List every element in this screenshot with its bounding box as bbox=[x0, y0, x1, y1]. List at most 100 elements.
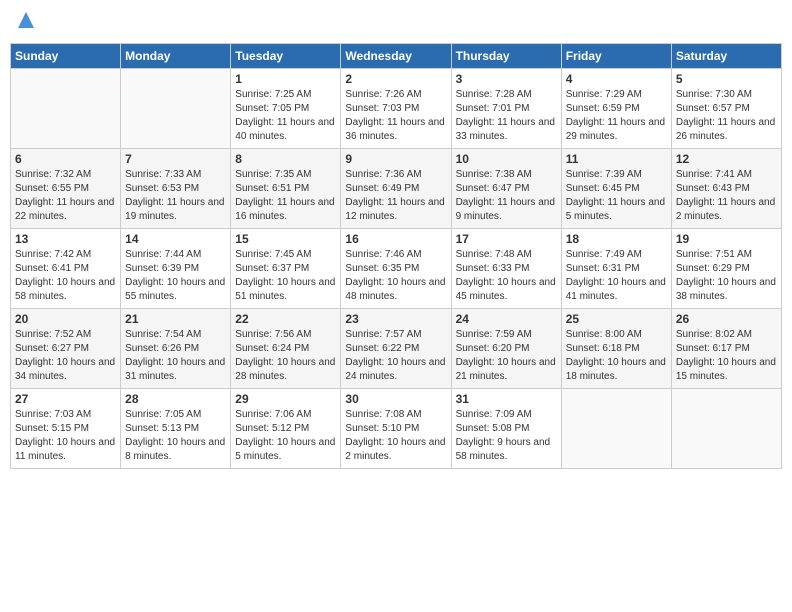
day-info: Sunrise: 7:54 AMSunset: 6:26 PMDaylight:… bbox=[125, 328, 226, 384]
day-number: 25 bbox=[566, 312, 667, 326]
day-number: 30 bbox=[345, 392, 446, 406]
day-info: Sunrise: 7:29 AMSunset: 6:59 PMDaylight:… bbox=[566, 88, 667, 144]
calendar-cell bbox=[561, 389, 671, 469]
day-info: Sunrise: 7:03 AMSunset: 5:15 PMDaylight:… bbox=[15, 408, 116, 464]
day-number: 5 bbox=[676, 72, 777, 86]
day-number: 15 bbox=[235, 232, 336, 246]
day-number: 29 bbox=[235, 392, 336, 406]
day-info: Sunrise: 7:52 AMSunset: 6:27 PMDaylight:… bbox=[15, 328, 116, 384]
weekday-sunday: Sunday bbox=[11, 44, 121, 69]
day-number: 16 bbox=[345, 232, 446, 246]
day-number: 31 bbox=[456, 392, 557, 406]
calendar-cell bbox=[671, 389, 781, 469]
day-number: 4 bbox=[566, 72, 667, 86]
day-info: Sunrise: 7:32 AMSunset: 6:55 PMDaylight:… bbox=[15, 168, 116, 224]
day-info: Sunrise: 7:39 AMSunset: 6:45 PMDaylight:… bbox=[566, 168, 667, 224]
calendar-cell: 14 Sunrise: 7:44 AMSunset: 6:39 PMDayligh… bbox=[121, 229, 231, 309]
calendar-cell: 3 Sunrise: 7:28 AMSunset: 7:01 PMDaylight… bbox=[451, 69, 561, 149]
calendar-cell: 24 Sunrise: 7:59 AMSunset: 6:20 PMDayligh… bbox=[451, 309, 561, 389]
day-info: Sunrise: 7:38 AMSunset: 6:47 PMDaylight:… bbox=[456, 168, 557, 224]
calendar-cell: 10 Sunrise: 7:38 AMSunset: 6:47 PMDayligh… bbox=[451, 149, 561, 229]
calendar-cell: 11 Sunrise: 7:39 AMSunset: 6:45 PMDayligh… bbox=[561, 149, 671, 229]
day-info: Sunrise: 7:56 AMSunset: 6:24 PMDaylight:… bbox=[235, 328, 336, 384]
calendar-week-4: 20 Sunrise: 7:52 AMSunset: 6:27 PMDayligh… bbox=[11, 309, 782, 389]
day-info: Sunrise: 7:42 AMSunset: 6:41 PMDaylight:… bbox=[15, 248, 116, 304]
weekday-saturday: Saturday bbox=[671, 44, 781, 69]
day-info: Sunrise: 7:26 AMSunset: 7:03 PMDaylight:… bbox=[345, 88, 446, 144]
day-info: Sunrise: 7:51 AMSunset: 6:29 PMDaylight:… bbox=[676, 248, 777, 304]
calendar-cell: 1 Sunrise: 7:25 AMSunset: 7:05 PMDaylight… bbox=[231, 69, 341, 149]
day-number: 7 bbox=[125, 152, 226, 166]
day-info: Sunrise: 7:30 AMSunset: 6:57 PMDaylight:… bbox=[676, 88, 777, 144]
day-number: 9 bbox=[345, 152, 446, 166]
calendar-cell: 12Sunrise: 7:41 AMSunset: 6:43 PMDayligh… bbox=[671, 149, 781, 229]
calendar-cell: 9 Sunrise: 7:36 AMSunset: 6:49 PMDaylight… bbox=[341, 149, 451, 229]
day-info: Sunrise: 7:46 AMSunset: 6:35 PMDaylight:… bbox=[345, 248, 446, 304]
day-number: 27 bbox=[15, 392, 116, 406]
day-info: Sunrise: 7:05 AMSunset: 5:13 PMDaylight:… bbox=[125, 408, 226, 464]
calendar-cell bbox=[11, 69, 121, 149]
day-info: Sunrise: 7:33 AMSunset: 6:53 PMDaylight:… bbox=[125, 168, 226, 224]
calendar-cell: 20 Sunrise: 7:52 AMSunset: 6:27 PMDayligh… bbox=[11, 309, 121, 389]
calendar-cell: 18Sunrise: 7:49 AMSunset: 6:31 PMDayligh… bbox=[561, 229, 671, 309]
day-info: Sunrise: 7:06 AMSunset: 5:12 PMDaylight:… bbox=[235, 408, 336, 464]
day-number: 17 bbox=[456, 232, 557, 246]
calendar-cell: 23 Sunrise: 7:57 AMSunset: 6:22 PMDayligh… bbox=[341, 309, 451, 389]
weekday-monday: Monday bbox=[121, 44, 231, 69]
day-number: 26 bbox=[676, 312, 777, 326]
calendar-cell: 31 Sunrise: 7:09 AMSunset: 5:08 PMDayligh… bbox=[451, 389, 561, 469]
day-number: 18 bbox=[566, 232, 667, 246]
calendar-cell: 19Sunrise: 7:51 AMSunset: 6:29 PMDayligh… bbox=[671, 229, 781, 309]
day-info: Sunrise: 7:59 AMSunset: 6:20 PMDaylight:… bbox=[456, 328, 557, 384]
day-info: Sunrise: 7:44 AMSunset: 6:39 PMDaylight:… bbox=[125, 248, 226, 304]
day-info: Sunrise: 7:35 AMSunset: 6:51 PMDaylight:… bbox=[235, 168, 336, 224]
day-number: 10 bbox=[456, 152, 557, 166]
calendar-cell: 26 Sunrise: 8:02 AMSunset: 6:17 PMDayligh… bbox=[671, 309, 781, 389]
calendar-cell: 29 Sunrise: 7:06 AMSunset: 5:12 PMDayligh… bbox=[231, 389, 341, 469]
calendar-week-5: 27 Sunrise: 7:03 AMSunset: 5:15 PMDayligh… bbox=[11, 389, 782, 469]
calendar-cell: 25 Sunrise: 8:00 AMSunset: 6:18 PMDayligh… bbox=[561, 309, 671, 389]
calendar-week-1: 1 Sunrise: 7:25 AMSunset: 7:05 PMDaylight… bbox=[11, 69, 782, 149]
calendar-cell: 2 Sunrise: 7:26 AMSunset: 7:03 PMDaylight… bbox=[341, 69, 451, 149]
day-number: 21 bbox=[125, 312, 226, 326]
calendar-week-2: 6 Sunrise: 7:32 AMSunset: 6:55 PMDaylight… bbox=[11, 149, 782, 229]
day-info: Sunrise: 8:02 AMSunset: 6:17 PMDaylight:… bbox=[676, 328, 777, 384]
day-number: 1 bbox=[235, 72, 336, 86]
day-number: 23 bbox=[345, 312, 446, 326]
day-info: Sunrise: 7:57 AMSunset: 6:22 PMDaylight:… bbox=[345, 328, 446, 384]
calendar-cell: 8Sunrise: 7:35 AMSunset: 6:51 PMDaylight… bbox=[231, 149, 341, 229]
day-number: 20 bbox=[15, 312, 116, 326]
calendar-cell: 7 Sunrise: 7:33 AMSunset: 6:53 PMDaylight… bbox=[121, 149, 231, 229]
day-info: Sunrise: 8:00 AMSunset: 6:18 PMDaylight:… bbox=[566, 328, 667, 384]
weekday-tuesday: Tuesday bbox=[231, 44, 341, 69]
calendar-cell: 13 Sunrise: 7:42 AMSunset: 6:41 PMDayligh… bbox=[11, 229, 121, 309]
day-number: 6 bbox=[15, 152, 116, 166]
calendar-cell: 30Sunrise: 7:08 AMSunset: 5:10 PMDayligh… bbox=[341, 389, 451, 469]
day-number: 13 bbox=[15, 232, 116, 246]
day-number: 2 bbox=[345, 72, 446, 86]
calendar-cell: 15Sunrise: 7:45 AMSunset: 6:37 PMDayligh… bbox=[231, 229, 341, 309]
calendar-cell: 6 Sunrise: 7:32 AMSunset: 6:55 PMDaylight… bbox=[11, 149, 121, 229]
calendar-week-3: 13 Sunrise: 7:42 AMSunset: 6:41 PMDayligh… bbox=[11, 229, 782, 309]
day-number: 11 bbox=[566, 152, 667, 166]
weekday-friday: Friday bbox=[561, 44, 671, 69]
calendar-cell: 27 Sunrise: 7:03 AMSunset: 5:15 PMDayligh… bbox=[11, 389, 121, 469]
calendar-cell: 5 Sunrise: 7:30 AMSunset: 6:57 PMDaylight… bbox=[671, 69, 781, 149]
calendar-cell bbox=[121, 69, 231, 149]
logo-icon bbox=[16, 10, 36, 30]
day-info: Sunrise: 7:28 AMSunset: 7:01 PMDaylight:… bbox=[456, 88, 557, 144]
calendar-cell: 16 Sunrise: 7:46 AMSunset: 6:35 PMDayligh… bbox=[341, 229, 451, 309]
day-info: Sunrise: 7:36 AMSunset: 6:49 PMDaylight:… bbox=[345, 168, 446, 224]
day-info: Sunrise: 7:25 AMSunset: 7:05 PMDaylight:… bbox=[235, 88, 336, 144]
day-info: Sunrise: 7:09 AMSunset: 5:08 PMDaylight:… bbox=[456, 408, 557, 464]
calendar-cell: 4 Sunrise: 7:29 AMSunset: 6:59 PMDaylight… bbox=[561, 69, 671, 149]
calendar-cell: 28Sunrise: 7:05 AMSunset: 5:13 PMDayligh… bbox=[121, 389, 231, 469]
calendar-cell: 21 Sunrise: 7:54 AMSunset: 6:26 PMDayligh… bbox=[121, 309, 231, 389]
day-info: Sunrise: 7:41 AMSunset: 6:43 PMDaylight:… bbox=[676, 168, 777, 224]
day-number: 24 bbox=[456, 312, 557, 326]
day-number: 14 bbox=[125, 232, 226, 246]
day-info: Sunrise: 7:48 AMSunset: 6:33 PMDaylight:… bbox=[456, 248, 557, 304]
logo bbox=[14, 10, 36, 35]
weekday-header-row: SundayMondayTuesdayWednesdayThursdayFrid… bbox=[11, 44, 782, 69]
day-number: 3 bbox=[456, 72, 557, 86]
